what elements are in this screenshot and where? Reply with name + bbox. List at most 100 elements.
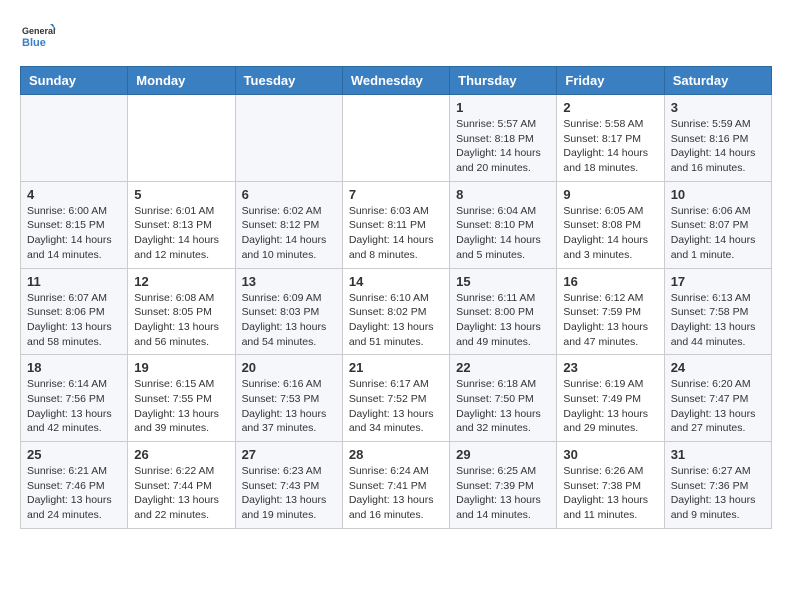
calendar-cell: 19Sunrise: 6:15 AM Sunset: 7:55 PM Dayli… [128,355,235,442]
day-number: 23 [563,360,657,375]
day-number: 3 [671,100,765,115]
day-content: Sunrise: 6:20 AM Sunset: 7:47 PM Dayligh… [671,377,765,436]
day-content: Sunrise: 6:27 AM Sunset: 7:36 PM Dayligh… [671,464,765,523]
day-content: Sunrise: 6:21 AM Sunset: 7:46 PM Dayligh… [27,464,121,523]
calendar-cell: 18 Sunrise: 6:14 AM Sunset: 7:56 PM Dayli… [21,355,128,442]
header-section: General Blue [20,20,772,56]
calendar-week-row: 1 Sunrise: 5:57 AM Sunset: 8:18 PM Daylig… [21,95,772,182]
day-content: Sunrise: 6:25 AM Sunset: 7:39 PM Dayligh… [456,464,550,523]
day-number: 9 [563,187,657,202]
day-content: Sunrise: 6:13 AM Sunset: 7:58 PM Dayligh… [671,291,765,350]
calendar-cell: 12 Sunrise: 6:08 AM Sunset: 8:05 PM Dayli… [128,268,235,355]
day-content: Sunrise: 6:10 AM Sunset: 8:02 PM Dayligh… [349,291,443,350]
day-content: Sunrise: 6:16 AM Sunset: 7:53 PM Dayligh… [242,377,336,436]
weekday-header-wednesday: Wednesday [342,67,449,95]
day-number: 26 [134,447,228,462]
calendar-cell: 28 Sunrise: 6:24 AM Sunset: 7:41 PM Dayli… [342,442,449,529]
day-number: 4 [27,187,121,202]
calendar-cell: 13 Sunrise: 6:09 AM Sunset: 8:03 PM Dayli… [235,268,342,355]
day-number: 30 [563,447,657,462]
day-content: Sunrise: 6:11 AM Sunset: 8:00 PM Dayligh… [456,291,550,350]
calendar-cell: 25 Sunrise: 6:21 AM Sunset: 7:46 PM Dayli… [21,442,128,529]
day-number: 15 [456,274,550,289]
day-number: 18 [27,360,121,375]
day-content: Sunrise: 6:00 AM Sunset: 8:15 PM Dayligh… [27,204,121,263]
calendar-cell: 2 Sunrise: 5:58 AM Sunset: 8:17 PM Daylig… [557,95,664,182]
calendar-cell: 7 Sunrise: 6:03 AM Sunset: 8:11 PM Daylig… [342,181,449,268]
calendar-week-row: 11Sunrise: 6:07 AM Sunset: 8:06 PM Dayli… [21,268,772,355]
day-number: 8 [456,187,550,202]
day-number: 14 [349,274,443,289]
weekday-header-monday: Monday [128,67,235,95]
calendar-cell: 11Sunrise: 6:07 AM Sunset: 8:06 PM Dayli… [21,268,128,355]
day-number: 25 [27,447,121,462]
weekday-header-row: SundayMondayTuesdayWednesdayThursdayFrid… [21,67,772,95]
calendar-cell: 3Sunrise: 5:59 AM Sunset: 8:16 PM Daylig… [664,95,771,182]
day-number: 1 [456,100,550,115]
calendar-cell: 9 Sunrise: 6:05 AM Sunset: 8:08 PM Daylig… [557,181,664,268]
day-number: 7 [349,187,443,202]
calendar-cell: 30Sunrise: 6:26 AM Sunset: 7:38 PM Dayli… [557,442,664,529]
calendar-cell [235,95,342,182]
calendar-cell: 26Sunrise: 6:22 AM Sunset: 7:44 PM Dayli… [128,442,235,529]
calendar-cell: 16Sunrise: 6:12 AM Sunset: 7:59 PM Dayli… [557,268,664,355]
calendar-cell: 22 Sunrise: 6:18 AM Sunset: 7:50 PM Dayli… [450,355,557,442]
calendar-cell: 4 Sunrise: 6:00 AM Sunset: 8:15 PM Daylig… [21,181,128,268]
day-number: 10 [671,187,765,202]
calendar-cell: 20 Sunrise: 6:16 AM Sunset: 7:53 PM Dayli… [235,355,342,442]
calendar-cell: 17 Sunrise: 6:13 AM Sunset: 7:58 PM Dayli… [664,268,771,355]
day-number: 2 [563,100,657,115]
calendar-cell: 10 Sunrise: 6:06 AM Sunset: 8:07 PM Dayli… [664,181,771,268]
day-content: Sunrise: 5:58 AM Sunset: 8:17 PM Dayligh… [563,117,657,176]
day-number: 20 [242,360,336,375]
day-content: Sunrise: 6:04 AM Sunset: 8:10 PM Dayligh… [456,204,550,263]
calendar-cell: 29 Sunrise: 6:25 AM Sunset: 7:39 PM Dayli… [450,442,557,529]
day-content: Sunrise: 5:57 AM Sunset: 8:18 PM Dayligh… [456,117,550,176]
calendar-week-row: 4 Sunrise: 6:00 AM Sunset: 8:15 PM Daylig… [21,181,772,268]
calendar-table: SundayMondayTuesdayWednesdayThursdayFrid… [20,66,772,529]
day-content: Sunrise: 6:05 AM Sunset: 8:08 PM Dayligh… [563,204,657,263]
day-content: Sunrise: 6:23 AM Sunset: 7:43 PM Dayligh… [242,464,336,523]
day-number: 29 [456,447,550,462]
weekday-header-tuesday: Tuesday [235,67,342,95]
day-number: 31 [671,447,765,462]
day-content: Sunrise: 6:15 AM Sunset: 7:55 PM Dayligh… [134,377,228,436]
day-content: Sunrise: 6:02 AM Sunset: 8:12 PM Dayligh… [242,204,336,263]
day-number: 12 [134,274,228,289]
calendar-cell: 31 Sunrise: 6:27 AM Sunset: 7:36 PM Dayli… [664,442,771,529]
weekday-header-saturday: Saturday [664,67,771,95]
calendar-cell: 8 Sunrise: 6:04 AM Sunset: 8:10 PM Daylig… [450,181,557,268]
logo-icon: General Blue [20,20,56,56]
weekday-header-friday: Friday [557,67,664,95]
day-content: Sunrise: 6:17 AM Sunset: 7:52 PM Dayligh… [349,377,443,436]
day-content: Sunrise: 6:06 AM Sunset: 8:07 PM Dayligh… [671,204,765,263]
calendar-cell: 5Sunrise: 6:01 AM Sunset: 8:13 PM Daylig… [128,181,235,268]
svg-text:Blue: Blue [22,37,46,49]
day-number: 6 [242,187,336,202]
day-content: Sunrise: 6:18 AM Sunset: 7:50 PM Dayligh… [456,377,550,436]
svg-text:General: General [22,26,56,36]
day-content: Sunrise: 6:08 AM Sunset: 8:05 PM Dayligh… [134,291,228,350]
day-content: Sunrise: 6:03 AM Sunset: 8:11 PM Dayligh… [349,204,443,263]
day-content: Sunrise: 6:12 AM Sunset: 7:59 PM Dayligh… [563,291,657,350]
day-number: 17 [671,274,765,289]
calendar-cell: 14 Sunrise: 6:10 AM Sunset: 8:02 PM Dayli… [342,268,449,355]
calendar-cell [128,95,235,182]
logo-area: General Blue [20,20,56,56]
calendar-cell: 6 Sunrise: 6:02 AM Sunset: 8:12 PM Daylig… [235,181,342,268]
day-number: 22 [456,360,550,375]
day-number: 28 [349,447,443,462]
calendar-week-row: 18 Sunrise: 6:14 AM Sunset: 7:56 PM Dayli… [21,355,772,442]
day-content: Sunrise: 6:14 AM Sunset: 7:56 PM Dayligh… [27,377,121,436]
calendar-week-row: 25 Sunrise: 6:21 AM Sunset: 7:46 PM Dayli… [21,442,772,529]
calendar-cell: 21Sunrise: 6:17 AM Sunset: 7:52 PM Dayli… [342,355,449,442]
day-content: Sunrise: 6:09 AM Sunset: 8:03 PM Dayligh… [242,291,336,350]
weekday-header-thursday: Thursday [450,67,557,95]
calendar-cell [342,95,449,182]
calendar-cell: 27Sunrise: 6:23 AM Sunset: 7:43 PM Dayli… [235,442,342,529]
day-content: Sunrise: 6:19 AM Sunset: 7:49 PM Dayligh… [563,377,657,436]
calendar-cell: 24Sunrise: 6:20 AM Sunset: 7:47 PM Dayli… [664,355,771,442]
day-content: Sunrise: 6:07 AM Sunset: 8:06 PM Dayligh… [27,291,121,350]
day-number: 13 [242,274,336,289]
day-content: Sunrise: 6:24 AM Sunset: 7:41 PM Dayligh… [349,464,443,523]
